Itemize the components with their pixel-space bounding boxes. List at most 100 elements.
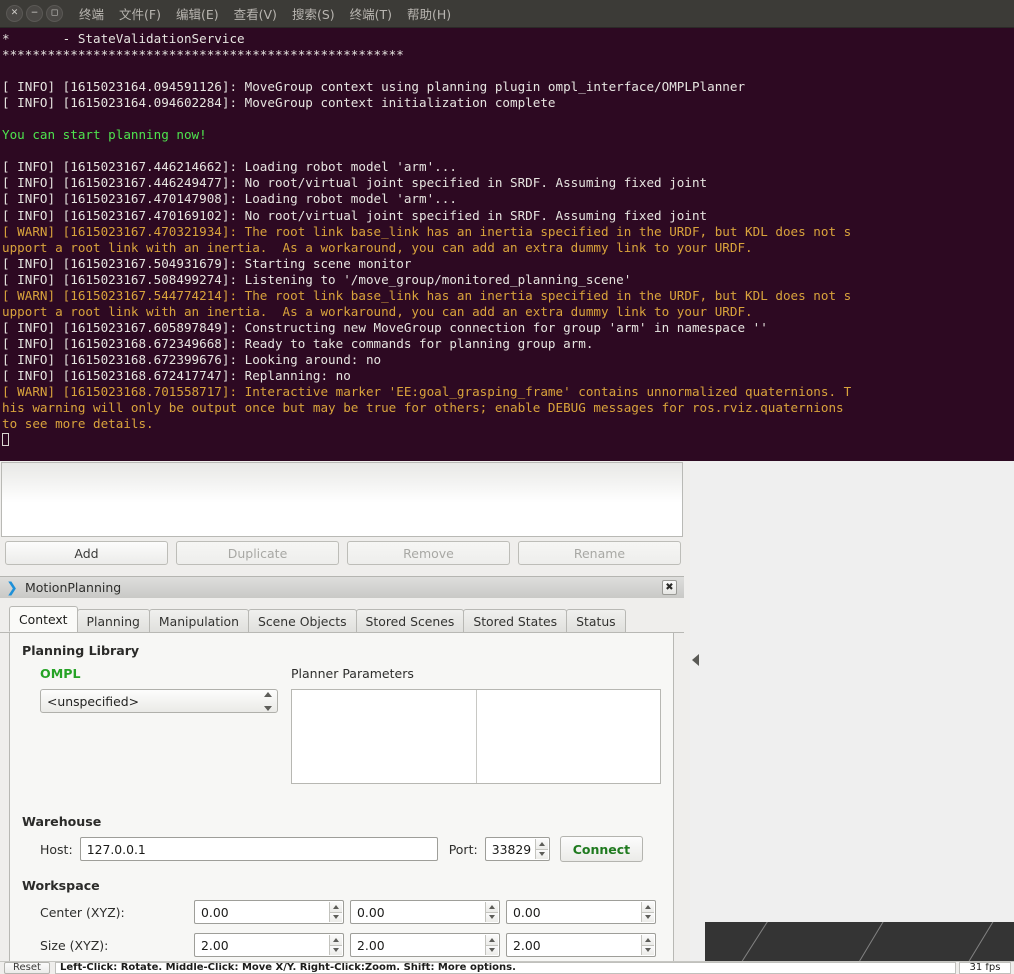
menu-item-file[interactable]: 文件(F) <box>117 3 163 24</box>
add-button[interactable]: Add <box>5 541 168 565</box>
center-x-stepper[interactable] <box>329 902 342 922</box>
terminal-line: [ INFO] [1615023167.446249477]: No root/… <box>2 175 708 191</box>
terminal-output[interactable]: * - StateValidationService **************… <box>0 28 1014 448</box>
size-x-stepper[interactable] <box>329 935 342 955</box>
center-z-value: 0.00 <box>513 904 541 920</box>
panel-collapse-arrow-icon[interactable] <box>692 654 699 666</box>
size-z-input[interactable]: 2.00 <box>506 933 656 957</box>
menu-item-terminal[interactable]: 终端(T) <box>348 3 394 24</box>
center-y-value: 0.00 <box>357 904 385 920</box>
terminal-line: [ INFO] [1615023167.508499274]: Listenin… <box>2 271 632 287</box>
size-y-input[interactable]: 2.00 <box>350 933 500 957</box>
motion-planning-title: MotionPlanning <box>25 580 122 595</box>
terminal-line: * - StateValidationService <box>2 31 245 46</box>
displays-tree[interactable] <box>1 462 683 537</box>
motion-planning-tabs: Context Planning Manipulation Scene Obje… <box>0 606 684 633</box>
remove-button[interactable]: Remove <box>347 541 510 565</box>
terminal-line: his warning will only be output once but… <box>2 400 844 416</box>
planning-library-name: OMPL <box>40 666 81 681</box>
size-x-input[interactable]: 2.00 <box>194 933 344 957</box>
terminal-line: [ INFO] [1615023164.094591126]: MoveGrou… <box>2 79 746 95</box>
tab-scene-objects[interactable]: Scene Objects <box>248 609 357 632</box>
reset-button[interactable]: Reset <box>4 962 50 974</box>
mouse-hint-text: Left-Click: Rotate. Middle-Click: Move X… <box>55 962 956 974</box>
rviz-main: Add Duplicate Remove Rename ❯ MotionPlan… <box>0 461 1014 974</box>
terminal-line: upport a root link with an inertia. As a… <box>2 239 753 255</box>
terminal-line: to see more details. <box>2 416 154 432</box>
tab-stored-states[interactable]: Stored States <box>463 609 568 632</box>
left-panel-column: Add Duplicate Remove Rename ❯ MotionPlan… <box>0 461 699 974</box>
size-z-value: 2.00 <box>513 937 541 953</box>
center-x-input[interactable]: 0.00 <box>194 900 344 924</box>
warehouse-header: Warehouse <box>22 814 102 829</box>
tab-planning[interactable]: Planning <box>76 609 150 632</box>
center-y-stepper[interactable] <box>485 902 498 922</box>
motion-planning-titlebar[interactable]: ❯ MotionPlanning ✖ <box>0 576 684 598</box>
terminal-line: [ INFO] [1615023168.672417747]: Replanni… <box>2 367 351 383</box>
size-y-value: 2.00 <box>357 937 385 953</box>
params-col-name <box>292 690 476 783</box>
terminal-line: [ INFO] [1615023167.470147908]: Loading … <box>2 191 457 207</box>
port-stepper[interactable] <box>534 839 548 859</box>
duplicate-button[interactable]: Duplicate <box>176 541 339 565</box>
port-input[interactable]: 33829 <box>484 837 550 861</box>
maximize-icon[interactable]: ◻ <box>46 5 63 22</box>
terminal-line: [ WARN] [1615023167.544774214]: The root… <box>2 287 852 303</box>
fps-indicator: 31 fps <box>959 962 1011 974</box>
center-y-input[interactable]: 0.00 <box>350 900 500 924</box>
menu-item-view[interactable]: 查看(V) <box>232 3 279 24</box>
terminal-line: [ WARN] [1615023168.701558717]: Interact… <box>2 384 852 400</box>
tab-status[interactable]: Status <box>566 609 626 632</box>
host-input[interactable]: 127.0.0.1 <box>79 837 438 861</box>
size-y-stepper[interactable] <box>485 935 498 955</box>
status-bar: Reset Left-Click: Rotate. Middle-Click: … <box>0 961 1014 974</box>
port-label: Port: <box>448 841 478 857</box>
planner-parameters-table[interactable] <box>291 689 661 784</box>
moveit-logo-icon: ❯ <box>6 579 18 596</box>
terminal-line: You can start planning now! <box>2 127 207 143</box>
terminal-line: upport a root link with an inertia. As a… <box>2 303 753 319</box>
params-col-value <box>475 690 661 783</box>
size-z-stepper[interactable] <box>641 935 654 955</box>
close-icon[interactable]: ✕ <box>6 5 23 22</box>
window-controls: ✕ − ◻ <box>6 5 63 22</box>
menu-item-edit[interactable]: 编辑(E) <box>174 3 221 24</box>
terminal-titlebar: ✕ − ◻ 终端 文件(F) 编辑(E) 查看(V) 搜索(S) 终端(T) 帮… <box>0 0 1014 28</box>
close-icon[interactable]: ✖ <box>662 580 677 595</box>
connect-button[interactable]: Connect <box>559 836 644 862</box>
chevron-updown-icon <box>263 692 272 711</box>
tab-stored-scenes[interactable]: Stored Scenes <box>355 609 465 632</box>
app-root: ✕ − ◻ 终端 文件(F) 编辑(E) 查看(V) 搜索(S) 终端(T) 帮… <box>0 0 1014 974</box>
terminal-line: [ INFO] [1615023167.446214662]: Loading … <box>2 159 457 175</box>
displays-button-row: Add Duplicate Remove Rename <box>5 541 681 565</box>
terminal-line: [ INFO] [1615023164.094602284]: MoveGrou… <box>2 95 556 111</box>
menu-bar: 终端 文件(F) 编辑(E) 查看(V) 搜索(S) 终端(T) 帮助(H) <box>77 3 453 24</box>
tab-manipulation[interactable]: Manipulation <box>148 609 249 632</box>
size-xyz-label: Size (XYZ): <box>40 937 109 953</box>
rename-button[interactable]: Rename <box>518 541 681 565</box>
minimize-icon[interactable]: − <box>26 5 43 22</box>
planner-select-value: <unspecified> <box>47 693 139 709</box>
context-tab-panel: Planning Library OMPL <unspecified> Plan… <box>9 633 674 966</box>
terminal-line: [ INFO] [1615023167.504931679]: Starting… <box>2 255 412 271</box>
center-z-input[interactable]: 0.00 <box>506 900 656 924</box>
terminal-line: [ WARN] [1615023167.470321934]: The root… <box>2 223 852 239</box>
port-value: 33829 <box>491 841 532 857</box>
terminal-line: [ INFO] [1615023167.470169102]: No root/… <box>2 207 708 223</box>
menu-item-terminal-app[interactable]: 终端 <box>77 3 106 24</box>
planner-parameters-header: Planner Parameters <box>291 666 414 681</box>
menu-item-search[interactable]: 搜索(S) <box>290 3 337 24</box>
terminal-line: ****************************************… <box>2 47 404 63</box>
terminal-window: ✕ − ◻ 终端 文件(F) 编辑(E) 查看(V) 搜索(S) 终端(T) 帮… <box>0 0 1014 461</box>
terminal-cursor <box>2 432 1012 448</box>
tab-context[interactable]: Context <box>9 606 78 632</box>
planner-select[interactable]: <unspecified> <box>40 689 278 713</box>
terminal-line: [ INFO] [1615023168.672349668]: Ready to… <box>2 335 594 351</box>
workspace-header: Workspace <box>22 878 100 893</box>
planning-library-header: Planning Library <box>22 643 140 658</box>
menu-item-help[interactable]: 帮助(H) <box>405 3 453 24</box>
center-z-stepper[interactable] <box>641 902 654 922</box>
